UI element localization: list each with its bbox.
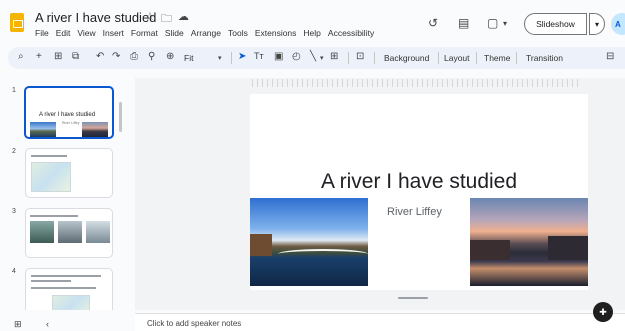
slides-logo-icon[interactable] <box>10 13 24 32</box>
line-icon[interactable]: ╲ <box>310 51 316 62</box>
menu-tools[interactable]: Tools <box>228 28 248 38</box>
layout-grid-icon[interactable]: ⊞ <box>54 51 62 62</box>
document-title[interactable]: A river I have studied <box>35 10 156 25</box>
paint-format-icon[interactable]: ⚲ <box>148 51 155 62</box>
meet-icon[interactable]: ▢ <box>487 16 498 30</box>
text-box-icon[interactable]: Tт <box>254 51 264 61</box>
theme-button[interactable]: Theme <box>484 53 510 63</box>
account-avatar[interactable]: A <box>611 13 625 35</box>
thumbnail-subtitle: River Liffey <box>62 121 80 125</box>
thumbnail-text-line <box>30 215 78 217</box>
zoom-select[interactable]: Fit <box>184 53 193 63</box>
menu-view[interactable]: View <box>77 28 95 38</box>
slide-thumbnail-4[interactable] <box>25 268 113 310</box>
folder-move-icon[interactable]: 🗀 <box>161 10 172 29</box>
zoom-dropdown-icon[interactable]: ▾ <box>218 54 222 62</box>
slides-app: A river I have studied ☆ 🗀 ☁ File Edit V… <box>0 0 625 331</box>
menu-bar: File Edit View Insert Format Slide Arran… <box>35 28 374 38</box>
thumbnail-text-line <box>31 155 67 157</box>
thumbnail-photo <box>58 221 82 243</box>
slide-number: 4 <box>12 268 16 275</box>
redo-icon[interactable]: ↷ <box>112 51 120 62</box>
comment-add-icon[interactable]: ⊡ <box>356 51 364 62</box>
slide-filmstrip: 1 A river I have studied River Liffey 2 … <box>0 78 125 310</box>
toolbar-divider <box>516 52 517 64</box>
menu-help[interactable]: Help <box>303 28 320 38</box>
hide-menus-icon[interactable]: ⊟ <box>606 51 614 62</box>
menu-insert[interactable]: Insert <box>103 28 124 38</box>
layout-button[interactable]: Layout <box>444 53 470 63</box>
river-sunset-photo[interactable] <box>470 198 588 286</box>
filmstrip-scrollbar[interactable] <box>119 102 122 132</box>
select-cursor-icon[interactable]: ➤ <box>238 51 246 62</box>
slide-number: 1 <box>12 87 16 94</box>
toolbar-divider <box>374 52 375 64</box>
menu-slide[interactable]: Slide <box>165 28 184 38</box>
undo-icon[interactable]: ↶ <box>96 51 104 62</box>
toolbar-divider <box>438 52 439 64</box>
toolbar-divider <box>231 52 232 64</box>
grid-view-icon[interactable]: ⊞ <box>14 319 22 330</box>
notes-resize-handle[interactable] <box>398 297 428 299</box>
image-icon[interactable]: ▣ <box>274 51 283 62</box>
speaker-notes[interactable]: Click to add speaker notes <box>135 313 625 331</box>
slide-number: 2 <box>12 148 16 155</box>
slideshow-dropdown-button[interactable]: ▾ <box>589 13 605 35</box>
shape-icon[interactable]: ◴ <box>292 51 301 62</box>
comments-icon[interactable]: ▤ <box>458 16 469 30</box>
speaker-notes-placeholder[interactable]: Click to add speaker notes <box>147 319 241 328</box>
thumbnail-photo <box>30 221 54 243</box>
ruler[interactable] <box>252 79 582 87</box>
slide-subtitle[interactable]: River Liffey <box>387 206 442 218</box>
search-icon[interactable]: ⌕ <box>18 51 24 62</box>
thumbnail-title: A river I have studied <box>39 112 96 118</box>
menu-file[interactable]: File <box>35 28 49 38</box>
dublin-bridge-photo[interactable] <box>250 198 368 286</box>
title-bar: A river I have studied ☆ 🗀 ☁ File Edit V… <box>0 0 625 42</box>
thumbnail-photo <box>86 221 110 243</box>
thumbnail-photo <box>30 122 56 137</box>
slide-1[interactable]: A river I have studied River Liffey <box>250 94 588 290</box>
slide-thumbnail-1[interactable]: A river I have studied River Liffey <box>24 86 114 139</box>
thumbnail-text-line <box>31 280 71 282</box>
thumbnail-photo <box>82 122 108 137</box>
thumbnail-text-line <box>31 275 101 277</box>
menu-accessibility[interactable]: Accessibility <box>328 28 374 38</box>
background-button[interactable]: Background <box>384 53 429 63</box>
explore-icon[interactable]: ✚ <box>593 302 613 322</box>
transition-button[interactable]: Transition <box>526 53 563 63</box>
history-icon[interactable]: ↺ <box>428 16 438 30</box>
zoom-icon[interactable]: ⊕ <box>166 51 174 62</box>
line-dropdown-icon[interactable]: ▾ <box>320 54 324 62</box>
toolbar-divider <box>348 52 349 64</box>
new-slide-icon[interactable]: + <box>36 51 42 62</box>
thumbnail-text-line <box>31 287 96 289</box>
thumbnail-map <box>52 295 90 310</box>
toolbar: ⌕ + ⊞ ⧉ ↶ ↷ ⎙ ⚲ ⊕ Fit ▾ ➤ Tт ▣ ◴ ╲ ▾ ⊞ ⊡… <box>8 47 625 69</box>
menu-format[interactable]: Format <box>131 28 158 38</box>
meet-dropdown-icon[interactable]: ▾ <box>503 19 507 28</box>
menu-edit[interactable]: Edit <box>56 28 71 38</box>
menu-extensions[interactable]: Extensions <box>255 28 297 38</box>
slide-title[interactable]: A river I have studied <box>250 170 588 194</box>
print-icon[interactable]: ⎙ <box>130 51 138 62</box>
toolbar-divider <box>476 52 477 64</box>
star-icon[interactable]: ☆ <box>145 10 155 29</box>
slide-thumbnail-2[interactable] <box>25 148 113 198</box>
menu-arrange[interactable]: Arrange <box>191 28 221 38</box>
title-icons: ☆ 🗀 ☁ <box>145 10 189 29</box>
duplicate-icon[interactable]: ⧉ <box>72 51 79 62</box>
insert-comment-icon[interactable]: ⊞ <box>330 51 338 62</box>
thumbnail-map <box>31 162 71 192</box>
slide-number: 3 <box>12 208 16 215</box>
slideshow-button[interactable]: Slideshow <box>524 13 587 35</box>
slide-thumbnail-3[interactable] <box>25 208 113 258</box>
cloud-saved-icon[interactable]: ☁ <box>178 10 189 29</box>
collapse-filmstrip-icon[interactable]: ‹ <box>46 319 49 329</box>
